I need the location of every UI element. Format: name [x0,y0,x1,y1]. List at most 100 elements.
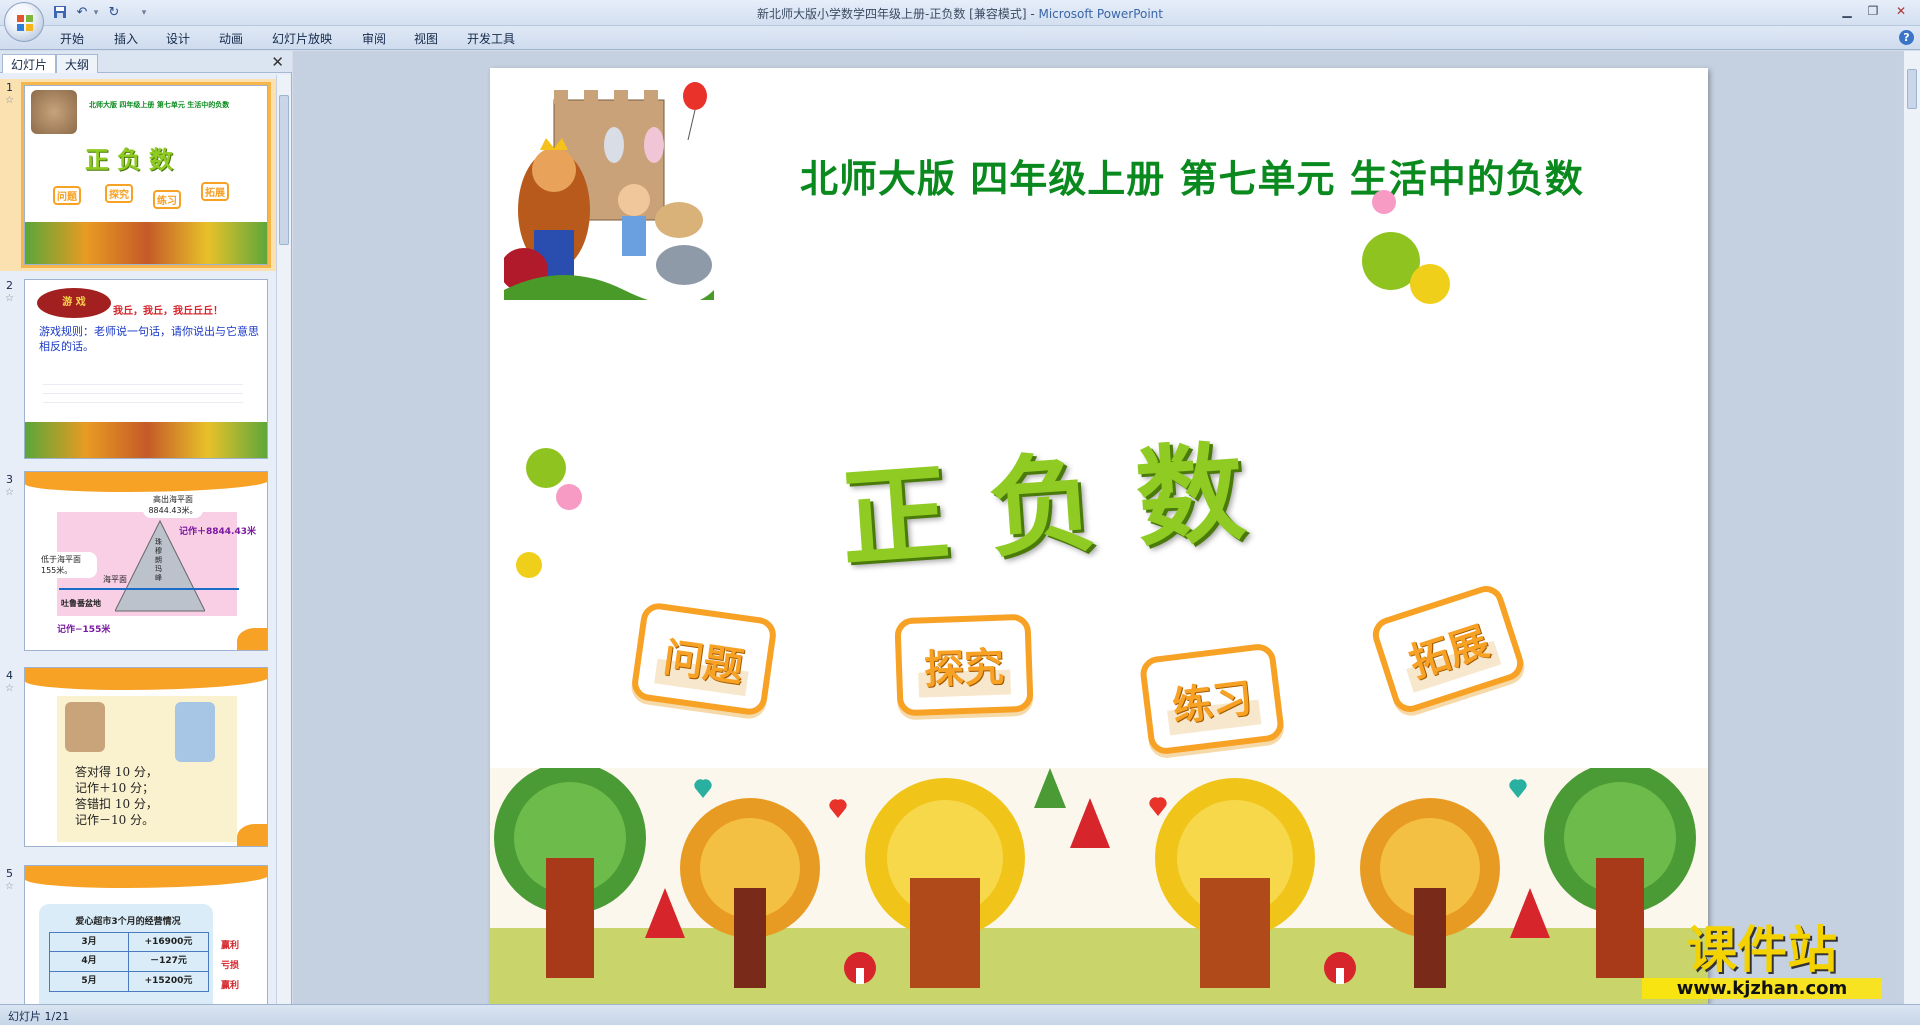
thumb-record-pos: 记作＋8844.43米 [179,527,256,537]
table-cell: 4月 [50,952,129,971]
slide-canvas[interactable]: 北师大版 四年级上册 第七单元 生活中的负数 正负数 问题 探究 练习 拓展 [490,68,1708,1004]
tab-home[interactable]: 开始 [60,30,84,47]
table-cell: +16900元 [144,937,193,947]
scrollbar-thumb[interactable] [279,95,289,245]
minimize-icon[interactable]: ▁ [1836,2,1858,20]
slide-scrollbar[interactable] [1903,51,1920,1004]
tab-slides[interactable]: 幻灯片 [2,54,57,73]
thumb-preview: 答对得 10 分， 记作＋10 分； 答错扣 10 分， 记作－10 分。 [24,667,268,847]
table-cell: 5月 [50,972,129,991]
thumb-record-neg: 记作−155米 [57,625,111,635]
animation-star-icon: ☆ [5,881,14,892]
tab-slideshow[interactable]: 幻灯片放映 [272,30,332,47]
tag-practice-button[interactable]: 练习 [1138,642,1286,756]
window-title: 新北师大版小学数学四年级上册-正负数 [兼容模式] - Microsoft Po… [0,5,1920,22]
thumbnail-slide-5[interactable]: 5 ☆ 爱心超市3个月的经营情况 3月 +16900元 4月 －127元 5月 … [0,865,276,1004]
castle-illustration [31,90,77,134]
thumb-table: 3月 +16900元 4月 －127元 5月 +15200元 [49,932,209,992]
yellow-dot [516,552,542,578]
office-button[interactable] [4,2,44,42]
balloon-icon [683,82,707,141]
animation-star-icon: ☆ [5,95,14,106]
thumb-number: 3 [6,473,13,486]
orange-wave [25,866,267,888]
animation-star-icon: ☆ [5,683,14,694]
watermark-title: 课件站 [1687,921,1837,979]
thumb-preview: 爱心超市3个月的经营情况 3月 +16900元 4月 －127元 5月 +152… [24,865,268,1004]
pane-close-icon[interactable]: ✕ [271,53,284,71]
thumb-top-label: 高出海平面8844.43米。 [143,492,203,518]
window-title-app: Microsoft PowerPoint [1038,7,1163,21]
thumb-tag: 问题 [53,186,81,205]
animation-star-icon: ☆ [5,487,14,498]
orange-corner [237,628,267,650]
thumb-line: 答错扣 10 分， [75,797,158,811]
thumb-title: 北师大版 四年级上册 第七单元 生活中的负数 [89,101,230,109]
thumb-number: 4 [6,669,13,682]
tag-label: 练习 [1162,662,1262,736]
thumb-basin-label: 吐鲁番盆地 [61,599,101,608]
thumb-line: 记作＋10 分； [75,781,155,795]
kids-illustration [65,702,105,752]
tag-question-button[interactable]: 问题 [629,601,779,717]
tag-extend-button[interactable]: 拓展 [1368,581,1528,717]
scrollbar-thumb[interactable] [1907,69,1917,109]
ribbon-tabs: 开始 插入 设计 动画 幻灯片放映 审阅 视图 开发工具 ? [0,26,1920,50]
thumb-main: 正负数 [85,146,181,174]
thumb-peak-label: 珠穆朗玛峰 [155,538,162,582]
tag-label: 探究 [916,632,1012,698]
thumb-tag: 探究 [105,184,133,203]
tag-explore-button[interactable]: 探究 [894,613,1034,717]
game-badge: 游 戏 [37,288,111,318]
forest-scene [490,768,1708,1004]
table-row: 5月 +15200元 [49,972,209,992]
thumb-number: 5 [6,867,13,880]
thumb-score-text: 答对得 10 分， 记作＋10 分； 答错扣 10 分， 记作－10 分。 [75,764,158,828]
thumb-chant: 我丘，我丘，我丘丘丘！ [113,306,223,317]
help-icon[interactable]: ? [1899,30,1914,45]
thumbnail-slide-2[interactable]: 2 ☆ 游 戏 我丘，我丘，我丘丘丘！ 游戏规则：老师说一句话，请你说出与它意思… [0,277,276,459]
forest-banner [25,222,267,264]
tab-insert[interactable]: 插入 [114,30,138,47]
animation-star-icon: ☆ [5,293,14,304]
thumb-table-title: 爱心超市3个月的经营情况 [75,917,181,927]
restore-icon[interactable]: ❐ [1862,2,1884,20]
tab-outline[interactable]: 大纲 [56,54,99,73]
table-cell: 3月 [50,933,129,951]
tab-design[interactable]: 设计 [166,30,190,47]
orange-corner [237,824,267,846]
status-slide-counter: 幻灯片 1/21 [8,1010,70,1023]
forest-banner [25,422,267,458]
slide-main-heading[interactable]: 正负数 [835,403,1289,590]
tab-developer[interactable]: 开发工具 [467,30,515,47]
office-logo-icon [17,15,33,31]
thumb-rule: 游戏规则：老师说一句话，请你说出与它意思相反的话。 [39,325,259,353]
thumbnail-slide-3[interactable]: 3 ☆ 高出海平面8844.43米。 记作＋8844.43米 低于海平面155米… [0,471,276,653]
thumb-line: 记作－10 分。 [75,813,155,827]
table-cell: +15200元 [144,976,193,986]
table-note: 亏损 [221,961,240,971]
window-title-sep: - [1026,7,1039,21]
table-note: 赢利 [221,981,240,991]
table-note: 赢利 [221,941,240,951]
watermark: 课件站 www.kjzhan.com [1642,922,1882,1004]
thumbnail-scrollbar[interactable] [276,75,291,1004]
tab-review[interactable]: 审阅 [362,30,386,47]
slide-title[interactable]: 北师大版 四年级上册 第七单元 生活中的负数 [800,148,1584,203]
close-icon[interactable]: ✕ [1890,2,1912,20]
thumbnail-slide-1[interactable]: 1 ☆ 北师大版 四年级上册 第七单元 生活中的负数 正负数 问题 探究 练习 … [0,79,276,271]
slides-pane: 幻灯片 大纲 ✕ 1 ☆ 北师大版 四年级上册 第七单元 生活中的负数 正负数 … [0,51,292,1004]
thumbnail-slide-4[interactable]: 4 ☆ 答对得 10 分， 记作＋10 分； 答错扣 10 分， 记作－10 分… [0,667,276,849]
orange-wave [25,472,267,492]
tab-animations[interactable]: 动画 [219,30,243,47]
tab-view[interactable]: 视图 [414,30,438,47]
table-row: 4月 －127元 [49,952,209,972]
thumb-low-label: 低于海平面155米。 [39,552,97,578]
thumb-preview: 北师大版 四年级上册 第七单元 生活中的负数 正负数 问题 探究 练习 拓展 [21,82,271,268]
kids-illustration [175,702,215,762]
yellow-dot [1410,264,1450,304]
thumb-sea-label: 海平面 [103,575,127,584]
watermark-url: www.kjzhan.com [1642,978,1882,999]
window-title-doc: 新北师大版小学数学四年级上册-正负数 [兼容模式] [757,7,1027,21]
sea-level-line [59,588,239,590]
